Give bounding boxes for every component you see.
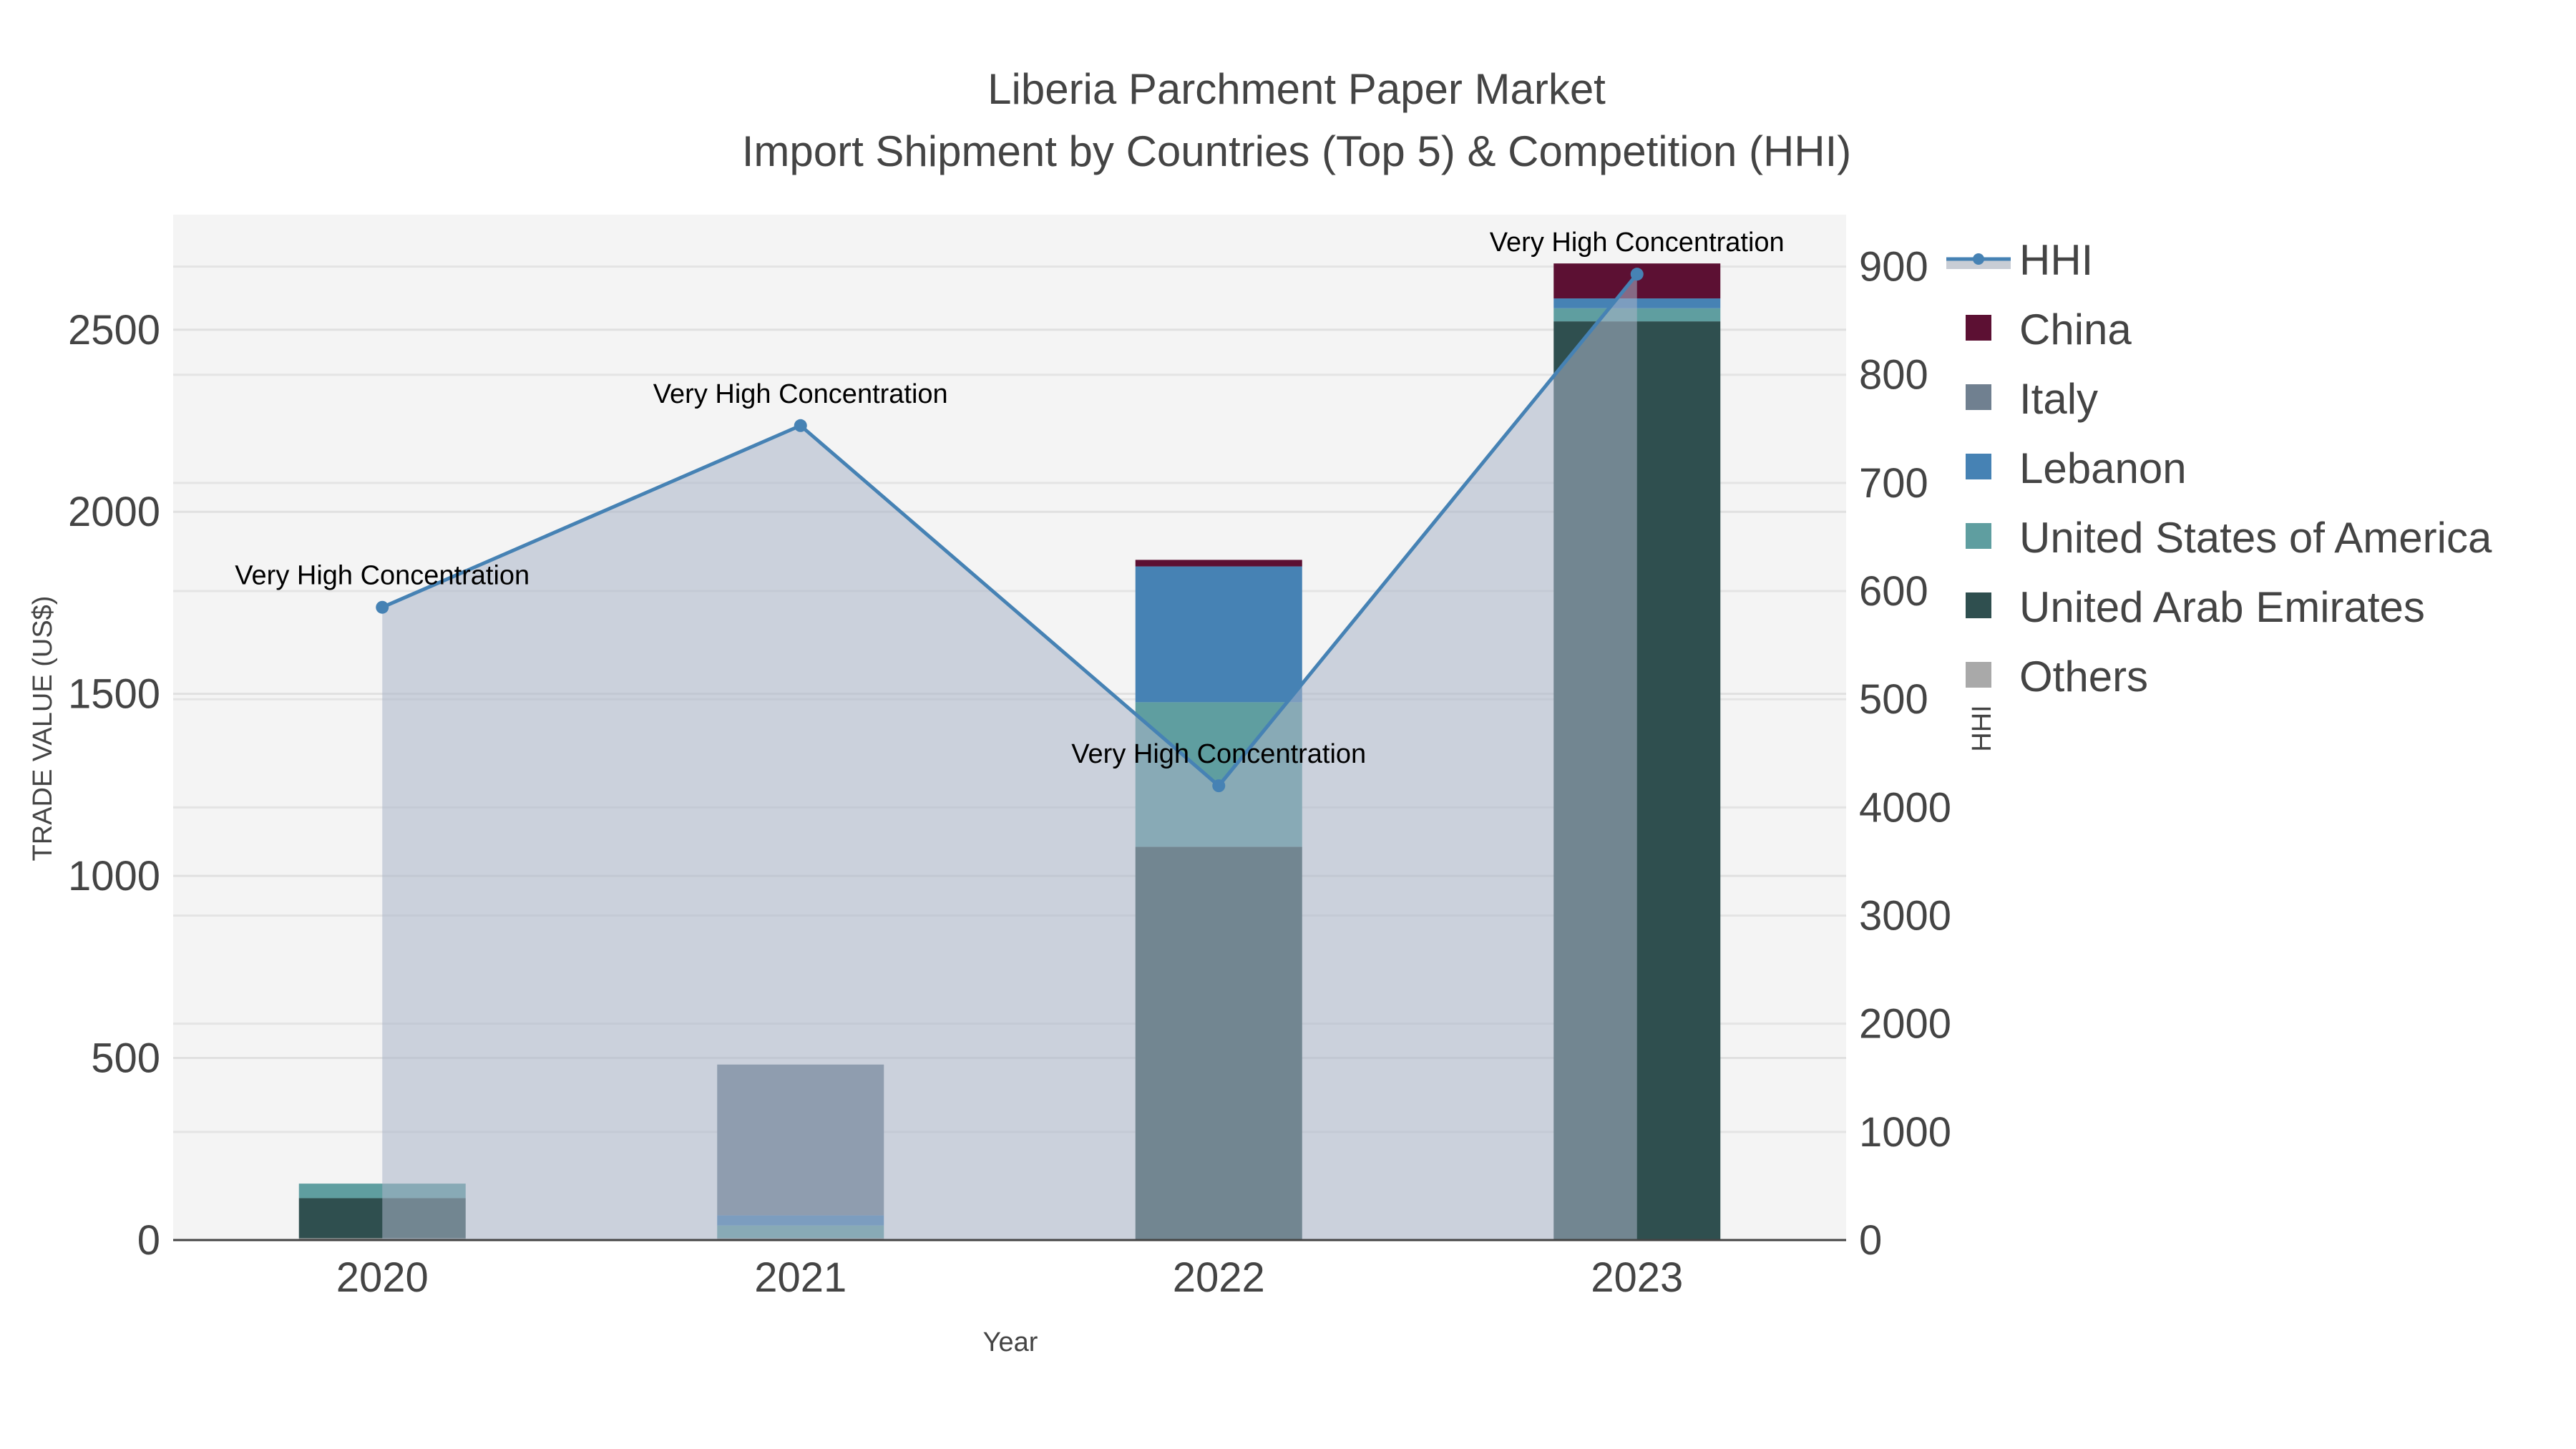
y2-tick-label: 700 xyxy=(1859,460,1928,507)
y-tick-label: 2500 xyxy=(68,307,160,353)
legend-swatch-others xyxy=(1966,662,1991,688)
legend-label: Lebanon xyxy=(2019,444,2187,492)
x-tick-label: 2023 xyxy=(1591,1254,1683,1301)
hhi-point xyxy=(376,600,389,614)
legend-label: Italy xyxy=(2019,375,2098,423)
y2-tick-label: 2000 xyxy=(1859,1001,1951,1048)
hhi-point xyxy=(1212,779,1226,793)
legend-label: HHI xyxy=(2019,236,2093,284)
legend-label: United States of America xyxy=(2019,514,2492,562)
x-tick-label: 2022 xyxy=(1173,1254,1265,1301)
y2-tick-label: 3000 xyxy=(1859,893,1951,940)
legend-label: Others xyxy=(2019,653,2148,701)
y2-tick-label: 800 xyxy=(1859,352,1928,399)
legend-hhi-marker xyxy=(1973,253,1984,265)
y-tick-label: 1500 xyxy=(68,671,160,718)
hhi-point xyxy=(794,419,807,432)
y2-axis-label: HHI xyxy=(1967,705,1997,751)
hhi-annotation: Very High Concentration xyxy=(653,379,948,409)
y-tick-label: 0 xyxy=(137,1217,160,1264)
x-axis-label: Year xyxy=(983,1327,1038,1357)
hhi-annotation: Very High Concentration xyxy=(1490,228,1785,258)
y-tick-label: 500 xyxy=(91,1035,160,1082)
y2-tick-label: 4000 xyxy=(1859,784,1951,831)
hhi-annotation: Very High Concentration xyxy=(1071,739,1366,769)
y2-tick-label: 600 xyxy=(1859,568,1928,615)
legend-swatch-italy xyxy=(1966,384,1991,410)
legend-swatch-china xyxy=(1966,315,1991,341)
y-axis-label: TRADE VALUE (US$) xyxy=(28,596,58,862)
y2-tick-label: 1000 xyxy=(1859,1109,1951,1156)
legend-label: China xyxy=(2019,306,2132,353)
hhi-point xyxy=(1630,268,1644,281)
y2-tick-label: 0 xyxy=(1859,1217,1882,1264)
bar-china xyxy=(1135,560,1302,567)
x-tick-label: 2021 xyxy=(754,1254,847,1301)
legend-swatch-united-states-of-america xyxy=(1966,523,1991,549)
y2-tick-label: 900 xyxy=(1859,244,1928,291)
x-tick-label: 2020 xyxy=(336,1254,429,1301)
chart: Liberia Parchment Paper Market Import Sh… xyxy=(28,65,2492,1357)
chart-subtitle: Import Shipment by Countries (Top 5) & C… xyxy=(742,127,1852,175)
y2-tick-label: 500 xyxy=(1859,676,1928,723)
legend-swatch-united-arab-emirates xyxy=(1966,592,1991,618)
hhi-annotation: Very High Concentration xyxy=(235,561,530,591)
legend-label: United Arab Emirates xyxy=(2019,583,2425,631)
chart-title: Liberia Parchment Paper Market xyxy=(987,65,1606,113)
legend-swatch-lebanon xyxy=(1966,454,1991,479)
y-tick-label: 1000 xyxy=(68,853,160,899)
y-tick-label: 2000 xyxy=(68,489,160,535)
bar-lebanon xyxy=(1135,566,1302,703)
